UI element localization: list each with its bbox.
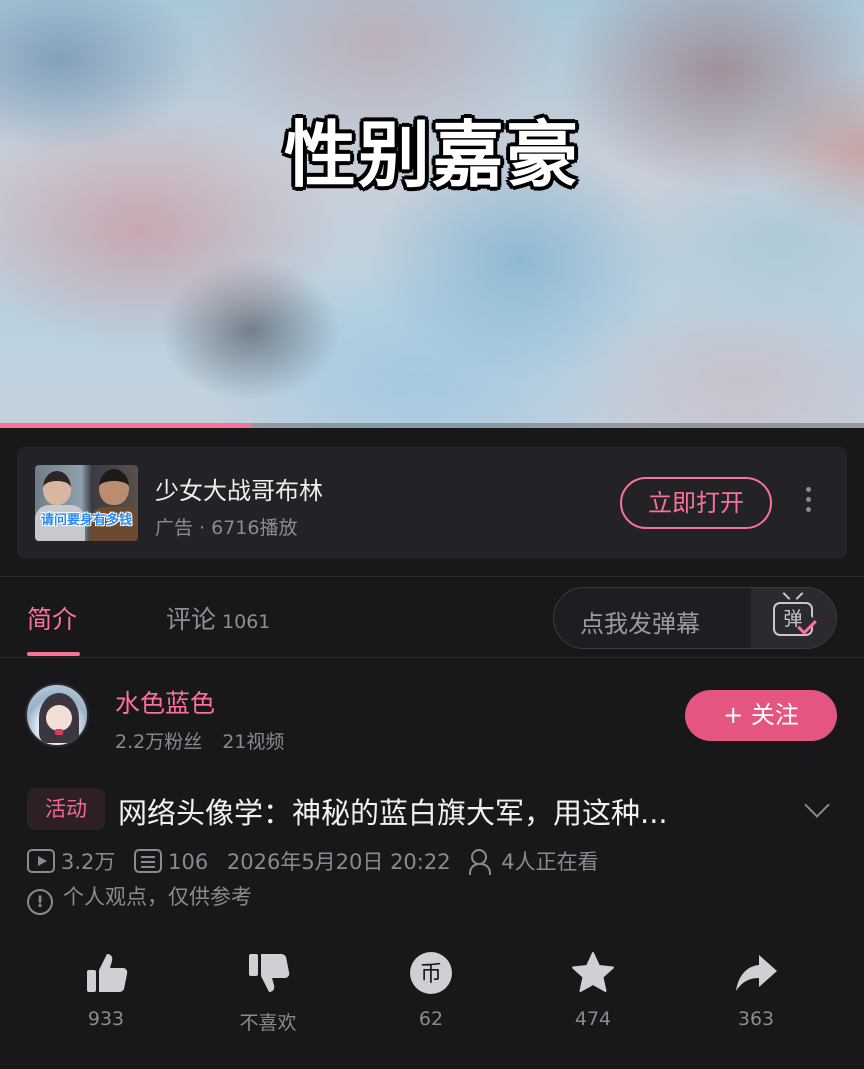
more-vertical-icon[interactable] <box>803 485 813 519</box>
watching-count: 4人正在看 <box>501 850 599 874</box>
danmaku-toggle-button[interactable]: 弹 <box>751 588 836 648</box>
dislike-label: 不喜欢 <box>239 1012 297 1034</box>
star-icon <box>572 952 614 992</box>
ad-subtitle: 广告 · 6716播放 <box>155 517 298 539</box>
uploader-fans: 2.2万粉丝 <box>115 731 203 753</box>
uploader-name[interactable]: 水色蓝色 <box>115 684 215 720</box>
avatar[interactable] <box>25 683 89 747</box>
publish-datetime: 2026年5月20日 20:22 <box>226 850 451 874</box>
video-title: 网络头像学：神秘的蓝白旗大军，用这种... <box>118 796 668 830</box>
thumb-caption: 请问要身有多钱 <box>40 513 132 528</box>
people-icon <box>469 849 495 875</box>
avatar-bow <box>55 729 63 735</box>
like-count: 933 <box>87 1008 125 1030</box>
ad-card[interactable]: 请问要身有多钱 少女大战哥布林 广告 · 6716播放 立即打开 <box>17 447 847 559</box>
coin-icon: 币 <box>410 952 452 994</box>
coin-count: 62 <box>418 1008 444 1030</box>
chevron-down-icon[interactable] <box>804 792 830 818</box>
divider <box>0 576 864 577</box>
divider <box>0 657 864 658</box>
ad-thumbnail[interactable]: 请问要身有多钱 <box>35 465 138 541</box>
video-progress-fill <box>0 423 251 428</box>
video-overlay-title: 性别嘉豪 <box>283 113 580 197</box>
tab-intro-label: 简介 <box>27 605 78 634</box>
svg-text:币: 币 <box>420 962 442 987</box>
video-player[interactable]: 性别嘉豪 <box>0 0 864 428</box>
info-icon: ! <box>27 889 53 915</box>
uploader-videos: 21视频 <box>222 731 285 753</box>
coin-button[interactable]: 币 62 <box>381 950 481 1030</box>
dislike-button[interactable]: 不喜欢 <box>218 950 318 1035</box>
danmaku-count: 106 <box>168 849 209 874</box>
ad-open-button[interactable]: 立即打开 <box>620 477 772 529</box>
tab-active-indicator <box>27 652 80 656</box>
tab-intro[interactable]: 简介 <box>27 600 77 636</box>
share-arrow-icon <box>736 955 777 991</box>
play-count: 3.2万 <box>61 850 116 874</box>
video-progress-bar[interactable] <box>0 423 864 428</box>
tab-comments[interactable]: 评论 1061 <box>166 600 270 636</box>
disclaimer-text: 个人观点，仅供参考 <box>63 885 252 909</box>
follow-button[interactable]: + 关注 <box>685 690 837 741</box>
play-count-icon <box>27 849 55 873</box>
danmaku-count-icon <box>134 848 163 873</box>
uploader-meta: 2.2万粉丝 21视频 <box>115 727 284 754</box>
share-count: 363 <box>737 1008 775 1030</box>
video-stats: 3.2万 106 2026年5月20日 20:22 4人正在看 <box>27 846 611 876</box>
tab-comments-label: 评论 <box>166 605 217 634</box>
danmaku-placeholder: 点我发弹幕 <box>580 610 700 638</box>
thumbs-down-icon <box>249 954 290 992</box>
thumb-face-left <box>43 471 71 505</box>
favorite-count: 474 <box>574 1008 612 1030</box>
share-button[interactable]: 363 <box>706 950 806 1030</box>
avatar-face <box>46 705 72 731</box>
ad-title[interactable]: 少女大战哥布林 <box>155 471 323 506</box>
thumbs-up-icon <box>87 954 128 992</box>
favorite-button[interactable]: 474 <box>543 950 643 1030</box>
danmaku-input[interactable]: 点我发弹幕 弹 <box>553 587 837 649</box>
comment-count: 1061 <box>222 611 271 633</box>
activity-tag[interactable]: 活动 <box>27 788 105 830</box>
disclaimer: ! 个人观点，仅供参考 <box>27 881 252 915</box>
thumb-face-right <box>99 469 129 505</box>
like-button[interactable]: 933 <box>56 950 156 1030</box>
